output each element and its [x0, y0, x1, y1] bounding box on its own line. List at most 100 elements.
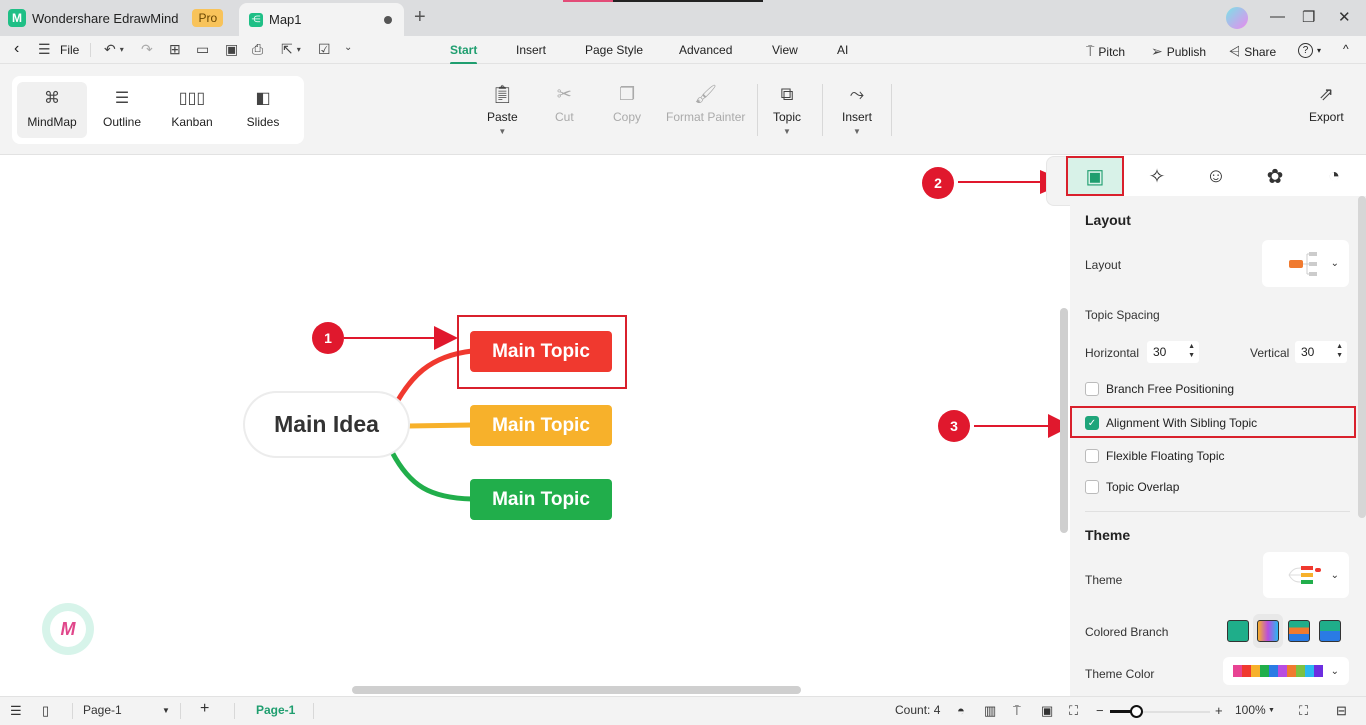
- page-select-dropdown-icon[interactable]: ▼: [162, 706, 170, 715]
- more-tools-icon[interactable]: ⌄: [344, 42, 352, 53]
- view-outline-button[interactable]: ☰ Outline: [87, 82, 157, 138]
- flexible-floating-checkbox[interactable]: Flexible Floating Topic: [1085, 449, 1225, 463]
- colored-branch-label: Colored Branch: [1085, 625, 1169, 639]
- cut-button[interactable]: ✂ Cut: [555, 84, 574, 124]
- canvas-horizontal-scrollbar[interactable]: [352, 686, 801, 694]
- topic-spacing-label: Topic Spacing: [1085, 308, 1160, 322]
- theme-toggle-icon[interactable]: ◓: [957, 703, 965, 718]
- step-badge-2: 2: [922, 167, 954, 199]
- pro-badge[interactable]: Pro: [192, 9, 224, 27]
- close-button[interactable]: ✕: [1338, 8, 1351, 26]
- tab-insert[interactable]: Insert: [516, 43, 546, 57]
- zoom-dropdown-icon[interactable]: ▼: [1268, 707, 1275, 714]
- main-topic-2[interactable]: Main Topic: [470, 405, 612, 446]
- ai-logo-icon: M: [50, 611, 86, 647]
- paste-dropdown-icon[interactable]: ▼: [498, 127, 506, 136]
- new-file-icon[interactable]: ⊞: [169, 41, 181, 58]
- user-avatar[interactable]: [1225, 6, 1249, 30]
- zoom-out-button[interactable]: −: [1096, 703, 1104, 718]
- view-kanban-button[interactable]: ▯▯▯ Kanban: [157, 82, 227, 138]
- kanban-icon: ▯▯▯: [178, 90, 206, 107]
- print-icon[interactable]: ⎙: [252, 41, 263, 58]
- export-share-icon[interactable]: ⇱ ▾: [281, 41, 301, 58]
- redo-icon[interactable]: ↷: [141, 41, 153, 58]
- fit-screen-icon[interactable]: ⛶: [1069, 703, 1078, 719]
- branch-style-4-button[interactable]: [1319, 620, 1341, 642]
- checkout-icon[interactable]: ☑: [318, 41, 331, 58]
- chevron-down-icon: ⌄: [1330, 665, 1339, 677]
- zoom-slider-thumb[interactable]: [1130, 705, 1143, 718]
- export-button[interactable]: ⇗ Export: [1309, 84, 1344, 124]
- tab-advanced[interactable]: Advanced: [679, 43, 732, 57]
- panel-scrollbar[interactable]: [1358, 196, 1366, 518]
- zoom-in-button[interactable]: +: [1215, 703, 1223, 718]
- page-tab-active[interactable]: Page-1: [256, 703, 295, 717]
- copy-button[interactable]: ❐ Copy: [613, 84, 641, 124]
- tab-page-style[interactable]: Page Style: [585, 43, 643, 57]
- central-topic[interactable]: Main Idea: [245, 393, 408, 456]
- tab-clipart[interactable]: ✿: [1246, 156, 1304, 196]
- hamburger-menu-icon[interactable]: ☰: [38, 41, 51, 58]
- vertical-spacing-input[interactable]: 30 ▲ ▼: [1295, 341, 1347, 363]
- outline-panel-icon[interactable]: ☰: [10, 703, 22, 719]
- document-tab[interactable]: ⋲ Map1: [239, 3, 404, 36]
- tab-ai[interactable]: AI: [837, 43, 848, 57]
- view-slides-button[interactable]: ◧ Slides: [228, 82, 298, 138]
- pitch-button[interactable]: ⍑ Pitch: [1086, 43, 1125, 60]
- mindmap-file-icon: ⋲: [249, 12, 263, 27]
- theme-color-dropdown[interactable]: ⌄: [1223, 657, 1349, 685]
- main-topic-3[interactable]: Main Topic: [470, 479, 612, 520]
- layout-dropdown[interactable]: ⌄: [1262, 240, 1349, 287]
- zoom-level[interactable]: 100%: [1235, 703, 1266, 717]
- branch-free-positioning-checkbox[interactable]: Branch Free Positioning: [1085, 382, 1234, 396]
- spinner-arrows-icon[interactable]: ▲ ▼: [1336, 342, 1343, 360]
- columns-icon[interactable]: ▥: [984, 703, 996, 719]
- minimize-button[interactable]: —: [1270, 8, 1285, 25]
- topic-overlap-checkbox[interactable]: Topic Overlap: [1085, 480, 1179, 494]
- restore-button[interactable]: ❐: [1302, 8, 1315, 26]
- spinner-arrows-icon[interactable]: ▲ ▼: [1188, 342, 1195, 360]
- fullscreen-icon[interactable]: ⛶: [1299, 703, 1308, 719]
- zoom-slider[interactable]: [1110, 705, 1210, 718]
- back-icon[interactable]: ‹: [14, 40, 19, 58]
- view-mindmap-button[interactable]: ⌘ MindMap: [17, 82, 87, 138]
- page-select[interactable]: Page-1: [83, 703, 122, 717]
- insert-relationship-button[interactable]: ⤳ Insert ▼: [842, 84, 872, 136]
- format-painter-button[interactable]: 🖌︎ Format Painter: [666, 84, 745, 124]
- unsaved-indicator-icon[interactable]: [384, 16, 392, 24]
- horizontal-spacing-input[interactable]: 30 ▲ ▼: [1147, 341, 1199, 363]
- share-button[interactable]: ⩤ Share: [1229, 43, 1276, 60]
- app-tab[interactable]: M Wondershare EdrawMind Pro: [8, 4, 224, 32]
- help-button[interactable]: ? ▾: [1298, 43, 1321, 58]
- open-folder-icon[interactable]: ▭: [196, 41, 209, 58]
- palette-swatch: [1241, 665, 1251, 677]
- tab-start[interactable]: Start: [450, 43, 478, 65]
- canvas-vertical-scrollbar[interactable]: [1060, 308, 1068, 533]
- tab-view[interactable]: View: [772, 43, 798, 57]
- add-page-button[interactable]: +: [200, 700, 209, 718]
- tab-ai-features[interactable]: ✧: [1128, 156, 1186, 196]
- fit-width-icon[interactable]: ⊟: [1336, 703, 1347, 719]
- new-tab-button[interactable]: +: [414, 6, 426, 29]
- tab-page-format[interactable]: ▣: [1066, 156, 1124, 196]
- theme-dropdown[interactable]: ⌄: [1263, 552, 1349, 598]
- undo-icon[interactable]: ↶ ▾: [104, 41, 124, 58]
- branch-style-2-button[interactable]: [1257, 620, 1279, 642]
- topic-dropdown-icon[interactable]: ▼: [783, 127, 791, 136]
- file-menu[interactable]: File: [60, 43, 79, 57]
- collapse-ribbon-icon[interactable]: ^: [1343, 42, 1349, 56]
- insert-dropdown-icon[interactable]: ▼: [853, 127, 861, 136]
- save-icon[interactable]: ▣: [225, 41, 238, 58]
- paste-button[interactable]: 📋︎ Paste ▼: [487, 84, 518, 136]
- tab-marks[interactable]: ☺: [1187, 156, 1245, 196]
- presentation-icon[interactable]: ⍑: [1013, 703, 1021, 719]
- topic-button[interactable]: ⧉ Topic ▼: [773, 84, 801, 136]
- ai-assistant-button[interactable]: M: [42, 603, 94, 655]
- page-view-icon[interactable]: ▯: [42, 703, 49, 719]
- palette-swatch: [1268, 665, 1278, 677]
- branch-style-3-button[interactable]: [1288, 620, 1310, 642]
- branch-style-1-button[interactable]: [1227, 620, 1249, 642]
- tab-history[interactable]: ◔: [1305, 156, 1363, 196]
- publish-button[interactable]: ➢ Publish: [1151, 43, 1206, 60]
- fit-page-icon[interactable]: ▣: [1041, 703, 1053, 719]
